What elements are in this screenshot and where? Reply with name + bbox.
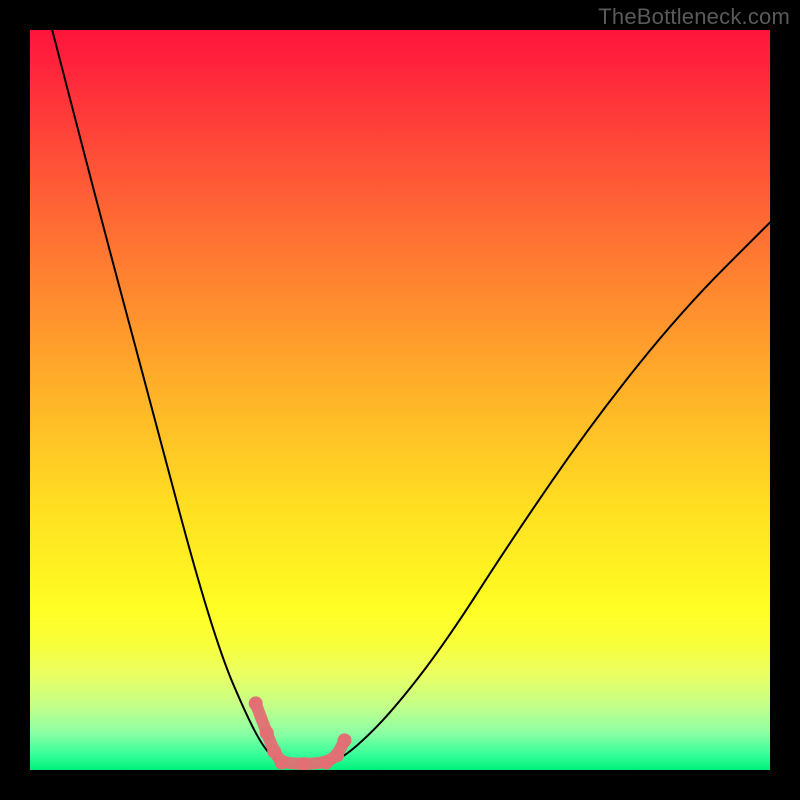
chart-svg [30,30,770,770]
curve-b [333,222,770,762]
pink-series-point [249,696,263,710]
chart-frame: TheBottleneck.com [0,0,800,800]
pink-series-point [275,756,289,770]
pink-series-point [338,733,352,747]
curve-layer [52,30,770,763]
plot-area [30,30,770,770]
curve-a [52,30,278,763]
watermark-text: TheBottleneck.com [598,4,790,30]
pink-series-layer [249,696,352,770]
pink-series-point [260,726,274,740]
pink-series-point [330,748,344,762]
